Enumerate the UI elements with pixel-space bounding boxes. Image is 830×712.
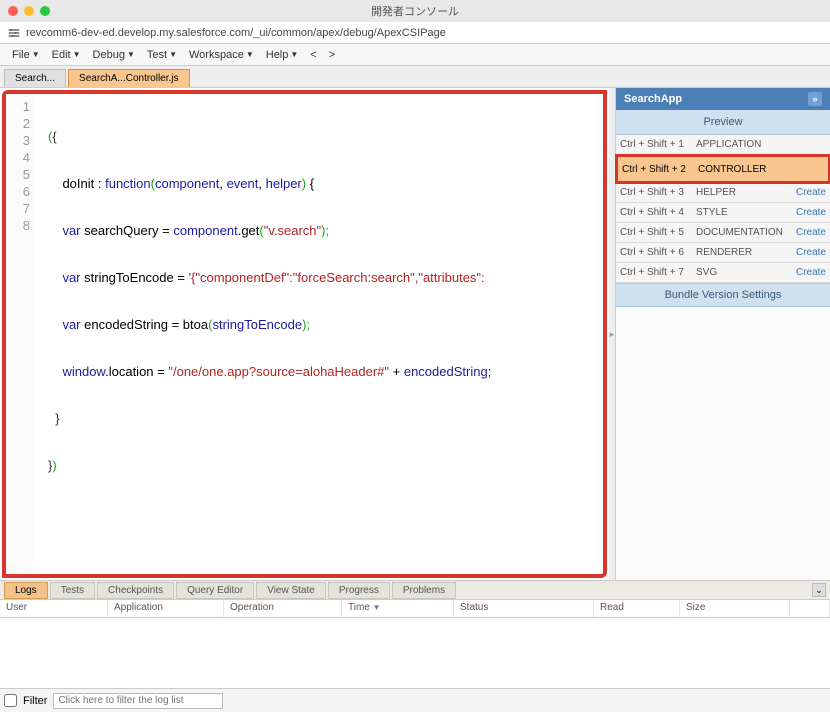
log-footer: Filter [0,688,830,712]
tab-checkpoints[interactable]: Checkpoints [97,582,174,599]
filter-label: Filter [23,695,47,707]
col-size[interactable]: Size [680,600,790,617]
col-operation[interactable]: Operation [224,600,342,617]
create-link[interactable]: Create [796,267,826,278]
tab-view-state[interactable]: View State [256,582,326,599]
main-area: 1 2 3 4 5 6 7 8 ({ doInit : function(com… [0,88,830,580]
bundle-row-application[interactable]: Ctrl + Shift + 1 APPLICATION [616,135,830,155]
window-title: 開発者コンソール [371,3,459,19]
log-table-header: User Application Operation Time ▼ Status… [0,600,830,618]
bundle-row-svg[interactable]: Ctrl + Shift + 7 SVG Create [616,263,830,283]
panel-expand-icon[interactable]: » [808,92,822,106]
panel-collapse-icon[interactable]: ⌄ [812,583,826,597]
code-content[interactable]: ({ doInit : function(component, event, h… [34,94,603,574]
menu-test[interactable]: Test▼ [141,49,183,61]
col-read[interactable]: Read [594,600,680,617]
tab-logs[interactable]: Logs [4,582,48,599]
menu-bar: File▼ Edit▼ Debug▼ Test▼ Workspace▼ Help… [0,44,830,66]
bundle-row-renderer[interactable]: Ctrl + Shift + 6 RENDERER Create [616,243,830,263]
col-time[interactable]: Time ▼ [342,600,454,617]
preview-button[interactable]: Preview [616,110,830,135]
bundle-row-helper[interactable]: Ctrl + Shift + 3 HELPER Create [616,183,830,203]
menu-help[interactable]: Help▼ [260,49,305,61]
url-text: revcomm6-dev-ed.develop.my.salesforce.co… [26,27,446,39]
traffic-lights [8,6,50,16]
menu-file[interactable]: File▼ [6,49,46,61]
filter-input[interactable] [53,693,223,709]
file-tab[interactable]: Search... [4,69,66,87]
bundle-items: Ctrl + Shift + 1 APPLICATION Ctrl + Shif… [616,135,830,283]
tab-prev[interactable]: < [304,49,322,61]
bundle-row-documentation[interactable]: Ctrl + Shift + 5 DOCUMENTATION Create [616,223,830,243]
close-button[interactable] [8,6,18,16]
menu-workspace[interactable]: Workspace▼ [183,49,260,61]
filter-checkbox[interactable] [4,694,17,707]
file-tab-active[interactable]: SearchA...Controller.js [68,69,190,87]
tab-problems[interactable]: Problems [392,582,456,599]
titlebar: 開発者コンソール [0,0,830,22]
col-application[interactable]: Application [108,600,224,617]
file-tabs-bar: Search... SearchA...Controller.js [0,66,830,88]
url-bar: revcomm6-dev-ed.develop.my.salesforce.co… [0,22,830,44]
col-status[interactable]: Status [454,600,594,617]
col-user[interactable]: User [0,600,108,617]
create-link[interactable]: Create [796,227,826,238]
sort-desc-icon: ▼ [373,603,381,612]
bottom-tabs: Logs Tests Checkpoints Query Editor View… [0,580,830,600]
create-link[interactable]: Create [796,207,826,218]
log-table-body [0,618,830,688]
tab-tests[interactable]: Tests [50,582,95,599]
bundle-panel: SearchApp » Preview Ctrl + Shift + 1 APP… [615,88,830,580]
site-settings-icon[interactable] [8,27,20,39]
zoom-button[interactable] [40,6,50,16]
menu-debug[interactable]: Debug▼ [87,49,141,61]
bundle-header: SearchApp » [616,88,830,110]
line-gutter: 1 2 3 4 5 6 7 8 [6,94,34,574]
bundle-version-settings[interactable]: Bundle Version Settings [616,283,830,307]
minimize-button[interactable] [24,6,34,16]
tab-progress[interactable]: Progress [328,582,390,599]
create-link[interactable]: Create [796,187,826,198]
bundle-row-style[interactable]: Ctrl + Shift + 4 STYLE Create [616,203,830,223]
code-editor[interactable]: 1 2 3 4 5 6 7 8 ({ doInit : function(com… [2,90,607,578]
tab-next[interactable]: > [323,49,341,61]
create-link[interactable]: Create [796,247,826,258]
bundle-row-controller[interactable]: Ctrl + Shift + 2 CONTROLLER [615,154,830,184]
tab-query-editor[interactable]: Query Editor [176,582,254,599]
menu-edit[interactable]: Edit▼ [46,49,87,61]
